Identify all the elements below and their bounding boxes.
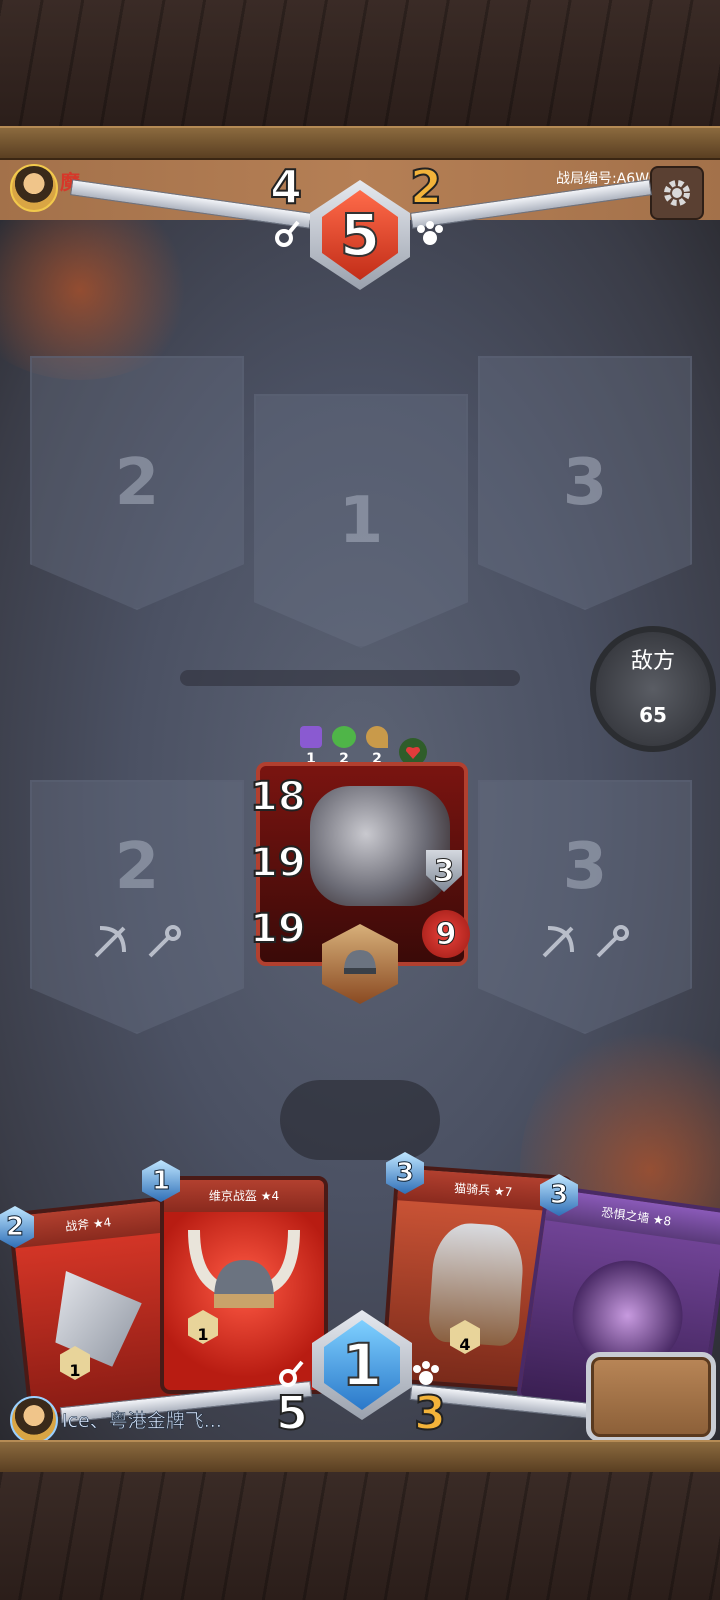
enemy-mana-right: 2 [409,159,443,215]
enemy-slot-3[interactable]: 3 [478,356,692,610]
slot-number: 2 [114,830,160,904]
bow-icon [542,926,574,958]
buff-sword: 1 [300,726,322,767]
stat-attack: 18 [249,773,307,821]
player-slot-2[interactable]: 2 [30,780,244,1034]
enemy-slot-1[interactable]: 1 [254,394,468,648]
staff-icon [148,925,181,958]
enemy-deck-count: 65 [639,703,667,727]
player-mana-left: 5 [275,1385,309,1441]
lava-glow-left [0,200,200,380]
frog-icon [332,726,356,748]
bow-icon [94,926,126,958]
purple-flag-icon [300,726,322,748]
slot-number: 2 [114,446,160,520]
board-crack [180,670,520,686]
buff-row: 1 2 2 [300,726,428,767]
player-name: Ice、粤港金牌飞... [62,1410,222,1433]
horn-icon [366,726,388,748]
slot-number: 3 [562,446,608,520]
slot-number: 3 [562,830,608,904]
sword-icon [279,1360,304,1387]
paw-icon [417,221,443,245]
health-badge: 9 [422,910,470,958]
settings-button[interactable] [650,166,704,220]
helmet-icon [344,950,376,974]
enemy-avatar[interactable] [10,164,58,212]
staff-icon [596,925,629,958]
player-avatar[interactable] [10,1396,58,1444]
enemy-button[interactable]: 敌方 65 [590,626,716,752]
card-title: 维京战盔 ★4 [164,1180,324,1212]
gear-icon [664,180,690,206]
debris-pile [280,1080,440,1160]
enemy-slot-2[interactable]: 2 [30,356,244,610]
slot-number: 1 [338,484,384,558]
top-rail [0,126,720,160]
cerberus-art [310,786,450,906]
buff-frog: 2 [332,726,356,767]
sword-icon [275,220,300,247]
end-turn-button[interactable] [586,1352,716,1442]
bottom-wood-frame [0,1472,720,1600]
slot-icons [32,922,242,962]
player-slot-3[interactable]: 3 [478,780,692,1034]
top-wood-frame [0,0,720,130]
player-mana-right: 3 [413,1385,447,1441]
stat-ranged: 19 [249,905,307,953]
enemy-button-label: 敌方 [630,649,675,674]
buff-horn: 2 [366,726,388,767]
bottom-rail [0,1440,720,1474]
enemy-mana-left: 4 [269,159,303,215]
slot-icons [480,922,690,962]
stat-magic: 19 [249,839,307,887]
